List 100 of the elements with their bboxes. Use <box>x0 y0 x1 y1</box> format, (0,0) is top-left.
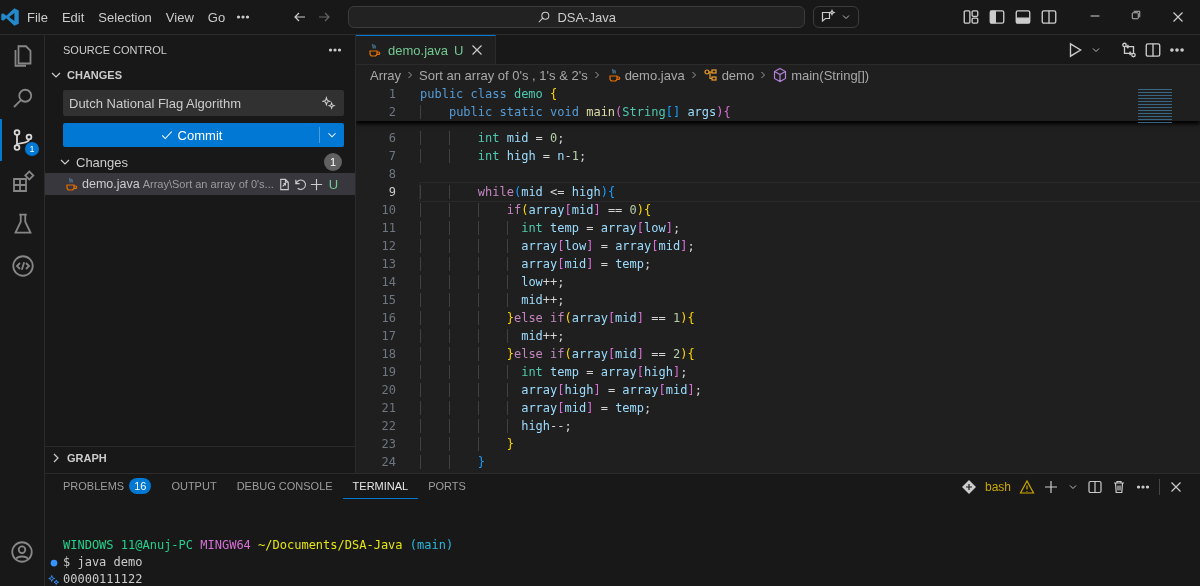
breadcrumb-item[interactable]: demo.java <box>624 67 685 83</box>
line-number: 6 <box>387 130 397 147</box>
code-line: while(mid <= high){ <box>420 183 1200 201</box>
code-line: int temp = array[low]; <box>420 219 1200 237</box>
group-label[interactable]: Changes <box>76 154 321 170</box>
restore-icon[interactable] <box>1130 9 1142 21</box>
menu-item[interactable]: Selection <box>91 6 159 28</box>
code-circle-icon <box>11 254 35 278</box>
warning-icon[interactable] <box>1019 478 1035 495</box>
code-line: array[mid] = temp; <box>420 399 1200 417</box>
shell-name[interactable]: bash <box>984 479 1011 494</box>
code-line: mid++; <box>420 291 1200 309</box>
plus-icon[interactable] <box>1043 478 1059 495</box>
terminal-line: WINDOWS 11@Anuj-PC MINGW64 ~/Documents/DSA-Java (main) <box>63 537 455 554</box>
code-line: low++; <box>420 273 1200 291</box>
menu-item[interactable]: Edit <box>54 6 92 28</box>
source-control-icon <box>11 128 35 152</box>
panel-tab[interactable]: DEBUG CONSOLE <box>226 474 343 499</box>
line-number: 23 <box>380 436 397 453</box>
code-line: if(array[mid] == 0){ <box>420 201 1200 219</box>
chat-button[interactable] <box>813 6 860 28</box>
java-file-icon <box>366 42 382 58</box>
line-number: 1 <box>387 86 397 103</box>
code-line: int mid = 0; <box>420 129 1200 147</box>
count-badge: 16 <box>129 478 152 494</box>
line-number: 18 <box>380 346 397 363</box>
section-header[interactable]: CHANGES <box>45 64 355 86</box>
app-logo <box>0 7 20 27</box>
breadcrumb-item[interactable]: demo <box>721 67 755 83</box>
search-icon <box>537 10 552 24</box>
code-line: } <box>420 453 1200 471</box>
code-line: } <box>420 435 1200 453</box>
code-line: }else if(array[mid] == 1){ <box>420 309 1200 327</box>
breadcrumb-item[interactable]: Array <box>370 67 402 83</box>
line-number: 13 <box>380 256 397 273</box>
panel-tab[interactable]: PORTS <box>418 474 476 499</box>
code-line: public static void main(String[] args){ <box>420 103 1200 121</box>
flask-icon <box>11 212 35 236</box>
terminal-diamond-icon <box>960 478 977 495</box>
line-number: 11 <box>380 220 397 237</box>
count-badge: 1 <box>25 142 39 156</box>
line-number: 9 <box>387 184 397 201</box>
file-status: U <box>328 176 339 192</box>
line-number: 14 <box>380 274 397 291</box>
check-icon <box>159 128 174 142</box>
panel-tab[interactable]: PROBLEMS 16 <box>53 474 162 499</box>
line-number: 7 <box>387 148 397 165</box>
line-number: 10 <box>380 202 397 219</box>
search-icon <box>11 86 35 110</box>
sidebar-title: SOURCE CONTROL <box>63 43 167 56</box>
line-number: 21 <box>380 400 397 417</box>
line-number: 8 <box>387 166 397 183</box>
code-line: mid++; <box>420 327 1200 345</box>
menu-item[interactable]: File <box>20 6 55 28</box>
sidebar-toggle-icon[interactable] <box>988 8 1006 26</box>
line-number: 2 <box>387 104 397 121</box>
count-badge: 1 <box>324 153 342 171</box>
class-symbol-icon <box>702 67 719 83</box>
code-line: array[low] = array[mid]; <box>420 237 1200 255</box>
file-name: demo.java <box>82 177 140 191</box>
file-path: Array\Sort an array of 0's... <box>142 178 274 190</box>
code-line: int high = n-1; <box>420 147 1200 165</box>
terminal-line: $ java demo <box>63 554 143 571</box>
menu-item[interactable]: Go <box>200 6 233 28</box>
code-line: }else if(array[mid] == 2){ <box>420 345 1200 363</box>
terminal-line: 00000111122 <box>63 571 143 586</box>
breadcrumb-item[interactable]: Sort an array of 0's , 1's & 2's <box>419 67 588 83</box>
sparkle-icon <box>48 573 60 586</box>
line-number: 20 <box>380 382 397 399</box>
method-symbol-icon <box>772 67 789 83</box>
panel-tab[interactable]: TERMINAL <box>342 474 419 499</box>
changed-file-row[interactable]: demo.java Array\Sort an array of 0's... U <box>45 173 355 195</box>
layout-icon[interactable] <box>962 8 980 26</box>
line-number: 15 <box>380 292 397 309</box>
command-center-field[interactable]: DSA-Java <box>348 6 806 28</box>
sparkle-icon[interactable] <box>322 96 336 110</box>
code-line: high--; <box>420 417 1200 435</box>
chat-sparkle-icon <box>820 9 837 25</box>
editor-tab[interactable]: demo.java U <box>356 35 497 64</box>
split-editor-icon[interactable] <box>1144 40 1162 59</box>
account-icon[interactable] <box>10 540 34 564</box>
extensions-icon <box>11 170 35 194</box>
split-terminal-icon[interactable] <box>1087 478 1103 495</box>
menu-item[interactable]: View <box>158 6 201 28</box>
panel-tab[interactable]: OUTPUT <box>161 474 227 499</box>
commit-message-field[interactable]: Dutch National Flag Algorithm <box>63 90 344 116</box>
breadcrumb-item[interactable]: main(String[]) <box>791 67 870 83</box>
code-line: array[high] = array[mid]; <box>420 381 1200 399</box>
panel-toggle-icon[interactable] <box>1014 8 1032 26</box>
secondary-sidebar-icon[interactable] <box>1040 8 1058 26</box>
plus-icon[interactable] <box>308 176 324 192</box>
code-line: array[mid] = temp; <box>420 255 1200 273</box>
trash-icon[interactable] <box>1111 478 1127 495</box>
discard-icon[interactable] <box>292 176 308 192</box>
line-number: 12 <box>380 238 397 255</box>
compare-changes-icon[interactable] <box>1120 40 1138 59</box>
line-number: 22 <box>380 418 397 435</box>
line-number: 19 <box>380 364 397 381</box>
line-number: 24 <box>380 454 397 471</box>
code-line: int temp = array[high]; <box>420 363 1200 381</box>
